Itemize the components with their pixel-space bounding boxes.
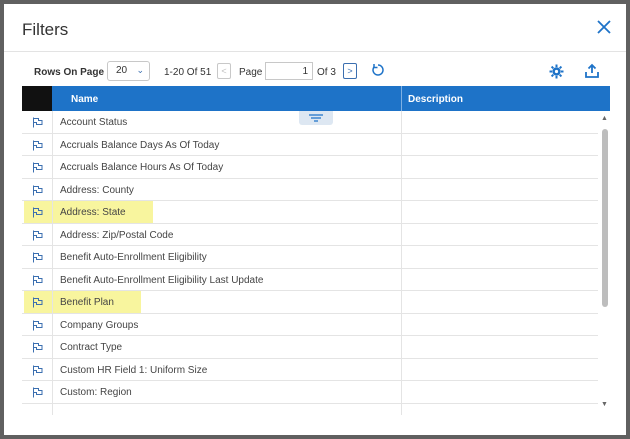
flag-icon xyxy=(33,275,43,285)
close-icon[interactable] xyxy=(596,18,612,36)
table-row[interactable]: Address: State xyxy=(22,201,598,224)
row-name: Address: State xyxy=(60,207,126,218)
row-name: Address: County xyxy=(60,184,134,196)
flag-icon xyxy=(33,185,43,195)
grid-body: Account Status Accruals Balance Days As … xyxy=(22,111,598,415)
flag-icon xyxy=(33,297,43,308)
filter-icon xyxy=(309,114,323,122)
flag-icon xyxy=(33,230,43,240)
chevron-left-icon: < xyxy=(221,66,227,76)
chevron-down-icon: ⌄ xyxy=(136,65,144,75)
table-row[interactable]: Custom: Region xyxy=(22,381,598,404)
row-name: Account Status xyxy=(60,117,128,128)
flag-icon xyxy=(33,162,43,173)
column-divider xyxy=(401,86,402,111)
row-name: Custom HR Field 1: Uniform Size xyxy=(60,364,208,376)
pagination-toolbar: Rows On Page 20 ⌄ 1-20 Of 51 < Page 1 Of… xyxy=(4,58,626,86)
row-name: Custom: Region xyxy=(60,387,132,398)
next-page-button[interactable]: > xyxy=(343,63,357,79)
table-row[interactable]: Company Groups xyxy=(22,313,598,336)
flag-icon xyxy=(33,252,43,263)
table-row[interactable] xyxy=(22,403,598,415)
scroll-up-icon[interactable]: ▲ xyxy=(601,115,608,122)
rows-per-page-select[interactable]: 20 ⌄ xyxy=(107,61,150,81)
row-name: Benefit Plan xyxy=(60,297,114,308)
page-label: Page xyxy=(239,67,263,78)
table-row[interactable]: Benefit Plan xyxy=(22,291,598,314)
gear-icon[interactable] xyxy=(549,64,564,79)
select-column-header xyxy=(22,86,52,111)
page-number-input[interactable]: 1 xyxy=(265,62,313,80)
scroll-thumb[interactable] xyxy=(602,129,608,307)
flag-icon xyxy=(33,387,43,398)
export-icon[interactable] xyxy=(584,63,600,79)
page-count: Of 3 xyxy=(317,67,336,78)
table-row[interactable]: Address: Zip/Postal Code xyxy=(22,223,598,246)
flag-icon xyxy=(33,117,43,128)
row-name: Benefit Auto-Enrollment Eligibility xyxy=(60,252,207,263)
rows-per-page-value: 20 xyxy=(116,65,128,76)
table-row[interactable]: Accruals Balance Days As Of Today xyxy=(22,133,598,156)
table-row[interactable]: Address: County xyxy=(22,178,598,201)
record-range: 1-20 Of 51 xyxy=(164,67,212,78)
flag-icon xyxy=(33,342,43,353)
row-name: Contract Type xyxy=(60,342,123,353)
rows-on-page-label: Rows On Page xyxy=(34,67,105,78)
grid-header: Name Description xyxy=(22,86,610,111)
dialog-header: Filters xyxy=(4,4,626,52)
table-row[interactable]: Benefit Auto-Enrollment Eligibility xyxy=(22,246,598,269)
table-row[interactable]: Benefit Auto-Enrollment Eligibility Last… xyxy=(22,268,598,291)
column-header-name[interactable]: Name xyxy=(71,94,98,105)
vertical-scrollbar[interactable]: ▲ ▼ xyxy=(598,111,610,415)
flag-icon xyxy=(33,365,43,375)
table-row[interactable]: Contract Type xyxy=(22,336,598,359)
flag-icon xyxy=(33,207,43,218)
flag-icon xyxy=(33,140,43,150)
previous-page-button[interactable]: < xyxy=(217,63,231,79)
filters-dialog: Filters Rows On Page 20 ⌄ 1-20 Of 51 < P… xyxy=(4,4,626,435)
scroll-down-icon[interactable]: ▼ xyxy=(601,401,608,408)
filter-toggle-button[interactable] xyxy=(299,111,333,125)
row-name: Benefit Auto-Enrollment Eligibility Last… xyxy=(60,274,264,286)
flag-icon xyxy=(33,320,43,330)
row-name: Accruals Balance Hours As Of Today xyxy=(60,162,224,173)
refresh-icon[interactable] xyxy=(371,63,385,77)
table-row[interactable]: Accruals Balance Hours As Of Today xyxy=(22,156,598,179)
row-name: Accruals Balance Days As Of Today xyxy=(60,139,220,151)
row-name: Address: Zip/Postal Code xyxy=(60,229,174,241)
dialog-title: Filters xyxy=(22,20,69,39)
column-header-description[interactable]: Description xyxy=(408,94,463,105)
chevron-right-icon: > xyxy=(347,66,353,76)
row-name: Company Groups xyxy=(60,319,139,331)
table-row[interactable]: Custom HR Field 1: Uniform Size xyxy=(22,358,598,381)
